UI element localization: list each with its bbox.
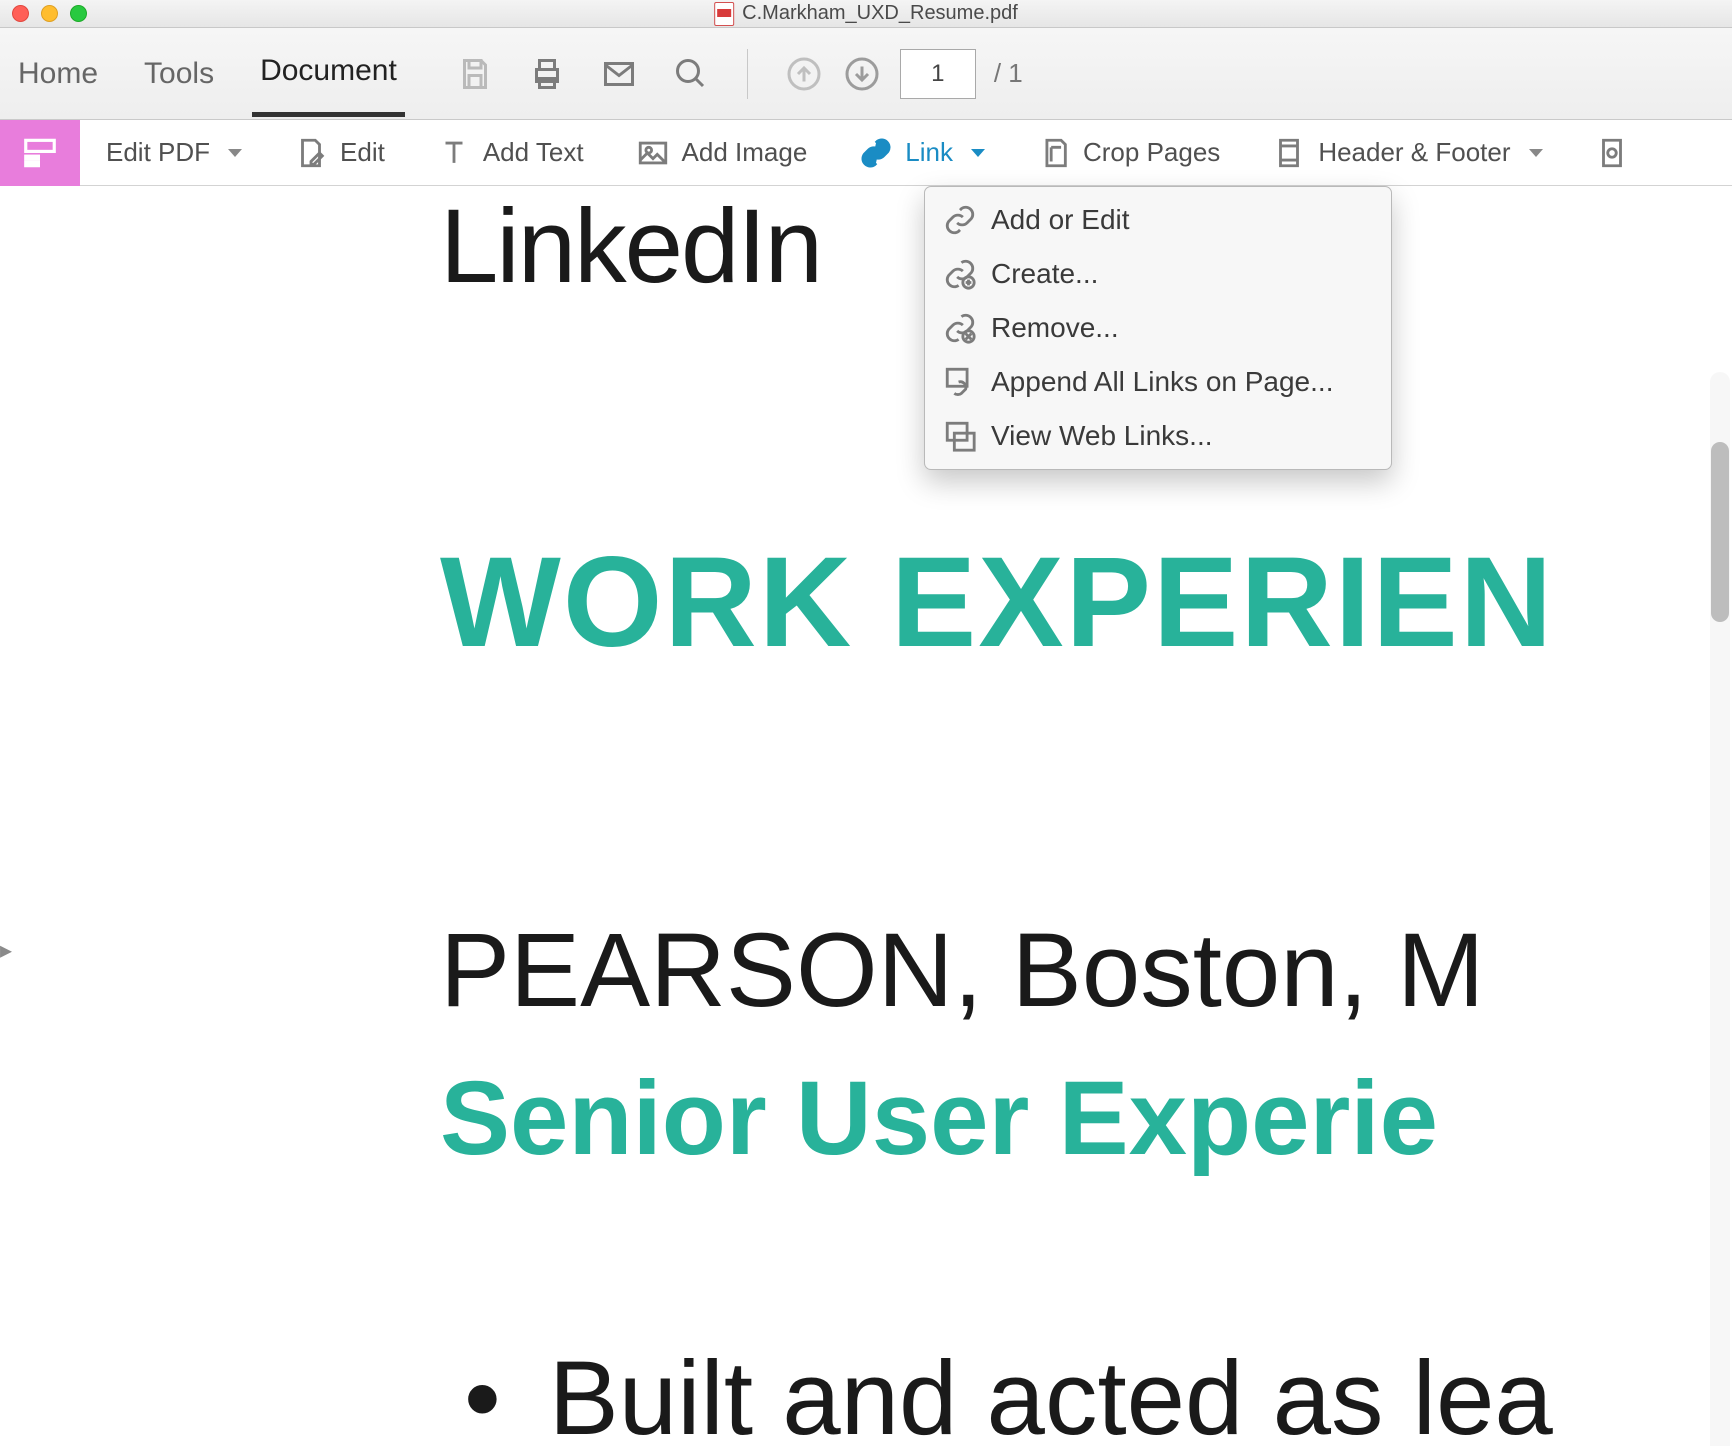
window-controls [0,5,87,22]
menu-label: Append All Links on Page... [991,366,1333,398]
page-up-icon[interactable] [784,54,824,94]
menu-label: Add or Edit [991,204,1130,236]
window-titlebar: C.Markham_UXD_Resume.pdf [0,0,1732,28]
close-window-button[interactable] [12,5,29,22]
tab-tools[interactable]: Tools [136,33,222,115]
text-employer[interactable]: PEARSON, Boston, M [440,911,1732,1031]
document-content: LinkedIn WORK EXPERIEN PEARSON, Boston, … [0,194,1732,1446]
menu-append-all-links[interactable]: Append All Links on Page... [925,355,1391,409]
edit-pdf-label: Edit PDF [106,137,210,168]
page-down-icon[interactable] [842,54,882,94]
window-title-wrap: C.Markham_UXD_Resume.pdf [714,2,1018,26]
link-dropdown[interactable]: Link [833,120,1011,185]
search-icon[interactable] [671,54,711,94]
text-bullet-1[interactable]: • Built and acted as lea [440,1339,1732,1446]
pdf-file-icon [714,2,734,26]
menu-remove-link[interactable]: Remove... [925,301,1391,355]
edit-toolbar: Edit PDF Edit Add Text Add Image Link Cr… [0,120,1732,186]
page-total-label: / 1 [994,58,1023,89]
menu-label: Create... [991,258,1098,290]
edit-label: Edit [340,137,385,168]
link-dropdown-menu: Add or Edit Create... Remove... Append A… [924,186,1392,470]
scrollbar-thumb[interactable] [1711,442,1729,622]
add-text-button[interactable]: Add Text [411,120,610,185]
tab-document[interactable]: Document [252,30,405,117]
sidebar-expand-handle[interactable]: ▸ [0,936,12,966]
add-text-label: Add Text [483,137,584,168]
toolbar-actions: / 1 [455,49,1023,99]
crop-pages-label: Crop Pages [1083,137,1220,168]
tab-home[interactable]: Home [10,33,106,115]
header-footer-label: Header & Footer [1318,137,1510,168]
mail-icon[interactable] [599,54,639,94]
chevron-down-icon [971,149,985,157]
add-image-label: Add Image [682,137,808,168]
window-title: C.Markham_UXD_Resume.pdf [742,2,1018,25]
crop-pages-button[interactable]: Crop Pages [1011,120,1246,185]
edit-pdf-dropdown[interactable]: Edit PDF [80,120,268,185]
add-image-button[interactable]: Add Image [610,120,834,185]
bullet-icon: • [464,1340,501,1446]
chevron-down-icon [1529,149,1543,157]
page-controls: / 1 [784,49,1023,99]
bullet-text: Built and acted as lea [549,1340,1553,1446]
watermark-button-partial[interactable] [1569,120,1629,185]
main-toolbar: Home Tools Document / 1 [0,28,1732,120]
chevron-down-icon [228,149,242,157]
menu-label: Remove... [991,312,1119,344]
menu-label: View Web Links... [991,420,1213,452]
save-icon[interactable] [455,54,495,94]
link-label: Link [905,137,953,168]
page-number-input[interactable] [900,49,976,99]
minimize-window-button[interactable] [41,5,58,22]
toolbar-separator [747,49,748,99]
header-footer-dropdown[interactable]: Header & Footer [1246,120,1568,185]
maximize-window-button[interactable] [70,5,87,22]
menu-add-or-edit-link[interactable]: Add or Edit [925,193,1391,247]
edit-button[interactable]: Edit [268,120,411,185]
panel-toggle-button[interactable] [0,120,80,186]
menu-create-link[interactable]: Create... [925,247,1391,301]
print-icon[interactable] [527,54,567,94]
text-job-title[interactable]: Senior User Experie [440,1059,1732,1179]
document-viewport[interactable]: ▸ LinkedIn WORK EXPERIEN PEARSON, Boston… [0,186,1732,1446]
menu-view-web-links[interactable]: View Web Links... [925,409,1391,463]
section-heading-work-experience[interactable]: WORK EXPERIEN [440,529,1732,676]
